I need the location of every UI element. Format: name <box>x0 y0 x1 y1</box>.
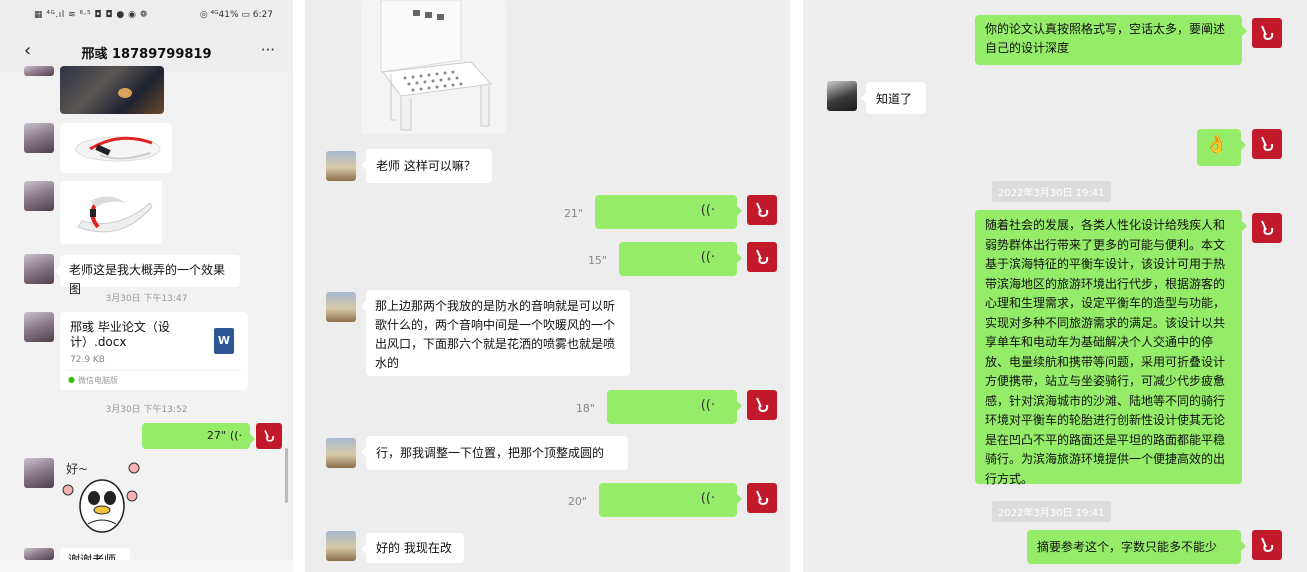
status-icons-right: ◎ ⁴ᴳ41% ▭ 6:27 <box>199 10 273 20</box>
render-image-2[interactable] <box>60 181 162 244</box>
file-size: 72.9 KB <box>70 355 105 365</box>
avatar[interactable] <box>24 254 54 284</box>
voice-duration: 18" <box>575 402 595 415</box>
chat-title: 邢彧 18789799819 <box>81 47 212 62</box>
render-image-1[interactable] <box>60 123 172 173</box>
hook-logo-icon <box>1261 136 1274 152</box>
message-bubble[interactable]: 好的 我现在改 <box>361 533 464 563</box>
voice-wave-icon: ((· <box>700 203 715 218</box>
avatar[interactable] <box>24 458 54 488</box>
message-bubble[interactable]: 你的论文认真按照格式写，空话太多，要阐述自己的设计深度 <box>975 15 1247 65</box>
scrollbar[interactable] <box>285 448 288 503</box>
timestamp: 3月30日 下午13:52 <box>105 405 188 415</box>
message-bubble[interactable]: 那上边那两个我放的是防水的音响就是可以听歌什么的，两个音响中间是一个吹暖风的一个… <box>361 290 630 376</box>
status-icons-left: ▦ ⁴ᴳ.ıl ≋ ⁶·⁵ ◘ ◘ ● ◉ ❁ <box>34 10 148 20</box>
photo-detail <box>118 88 132 98</box>
my-avatar[interactable] <box>256 423 282 449</box>
voice-duration: 21" <box>563 207 583 220</box>
avatar[interactable] <box>326 438 356 468</box>
message-bubble[interactable]: 老师 这样可以嘛？ <box>361 149 492 183</box>
avatar[interactable] <box>326 292 356 322</box>
voice-duration: 20" <box>567 495 587 508</box>
message-bubble[interactable]: 老师这是我大概弄的一个效果图 <box>55 255 240 296</box>
voice-wave-icon: ((· <box>700 250 715 265</box>
ok-hand-icon: 👌 <box>1205 134 1228 155</box>
avatar[interactable] <box>24 66 54 76</box>
abstract-message-bubble[interactable]: 随着社会的发展，各类人性化设计给残疾人和弱势群体出行带来了更多的可能与便利。本文… <box>975 210 1247 486</box>
hook-logo-icon <box>756 249 769 265</box>
word-icon: W <box>214 328 234 354</box>
desktop-chat-panel-2: 老师 这样可以嘛？ 21" ((· 15" ((· 那上边那两个我放的是防水的音… <box>305 0 790 572</box>
avatar[interactable] <box>326 531 356 561</box>
status-bar: ▦ ⁴ᴳ.ıl ≋ ⁶·⁵ ◘ ◘ ● ◉ ❁ ◎ ⁴ᴳ41% ▭ 6:27 <box>0 0 293 30</box>
my-avatar[interactable] <box>747 242 777 272</box>
divider <box>66 370 242 371</box>
render-shape-1 <box>75 136 161 162</box>
hook-logo-icon <box>1261 537 1274 553</box>
avatar[interactable] <box>24 312 54 342</box>
my-avatar[interactable] <box>1252 213 1282 243</box>
my-avatar[interactable] <box>747 195 777 225</box>
file-source: 微信电脑版 <box>78 376 118 385</box>
hook-logo-icon <box>756 490 769 506</box>
chair-render-image[interactable] <box>361 0 506 134</box>
input-bar[interactable] <box>0 560 293 572</box>
voice-message[interactable]: 20" ((· <box>568 483 742 517</box>
voice-message[interactable]: 18" ((· <box>576 390 742 424</box>
timestamp: 3月30日 下午13:47 <box>105 294 188 304</box>
emoji-bubble[interactable]: 👌 <box>1197 129 1246 166</box>
message-bubble[interactable]: 行，那我调整一下位置，把那个顶整成圆的 <box>361 436 628 470</box>
chair-render-shape <box>380 0 493 131</box>
more-icon[interactable]: ··· <box>261 41 275 59</box>
avatar[interactable] <box>827 81 857 111</box>
avatar[interactable] <box>24 123 54 153</box>
sticker[interactable]: 好~ <box>60 454 150 544</box>
timestamp: 2022年3月30日 19:41 <box>992 181 1111 202</box>
my-avatar[interactable] <box>1252 530 1282 560</box>
hook-logo-icon <box>1261 25 1274 41</box>
message-bubble[interactable]: 知道了 <box>861 82 926 114</box>
hook-logo-icon <box>264 430 274 442</box>
photo-thumbnail[interactable] <box>60 66 164 114</box>
timestamp: 2022年3月30日 19:41 <box>992 501 1111 522</box>
sticker-text: 好~ <box>66 462 89 476</box>
phone-chat-panel: ▦ ⁴ᴳ.ıl ≋ ⁶·⁵ ◘ ◘ ● ◉ ❁ ◎ ⁴ᴳ41% ▭ 6:27 ‹… <box>0 0 293 572</box>
avatar[interactable] <box>326 151 356 181</box>
file-card[interactable]: 邢彧 毕业论文（设计）.docx 72.9 KB W ● 微信电脑版 <box>60 312 248 390</box>
message-bubble[interactable]: 摘要参考这个，字数只能多不能少 <box>1027 530 1246 564</box>
voice-wave-icon: ((· <box>229 429 242 442</box>
my-avatar[interactable] <box>747 390 777 420</box>
file-name: 邢彧 毕业论文（设计）.docx <box>70 320 170 349</box>
voice-wave-icon: ((· <box>700 398 715 413</box>
hook-logo-icon <box>756 397 769 413</box>
desktop-chat-panel-3: 你的论文认真按照格式写，空话太多，要阐述自己的设计深度 知道了 👌 2022年3… <box>803 0 1307 572</box>
my-avatar[interactable] <box>1252 18 1282 48</box>
hook-logo-icon <box>756 202 769 218</box>
voice-wave-icon: ((· <box>700 491 715 506</box>
hook-logo-icon <box>1261 220 1274 236</box>
voice-message[interactable]: 27" ((· <box>142 423 255 449</box>
my-avatar[interactable] <box>747 483 777 513</box>
voice-message[interactable]: 15" ((· <box>588 242 742 276</box>
voice-message[interactable]: 21" ((· <box>564 195 742 229</box>
wechat-icon: ● <box>68 375 75 384</box>
avatar[interactable] <box>24 548 54 560</box>
voice-duration: 15" <box>587 254 607 267</box>
my-avatar[interactable] <box>1252 129 1282 159</box>
voice-duration: 27" <box>206 429 226 442</box>
render-shape-2 <box>77 196 153 233</box>
avatar[interactable] <box>24 181 54 211</box>
